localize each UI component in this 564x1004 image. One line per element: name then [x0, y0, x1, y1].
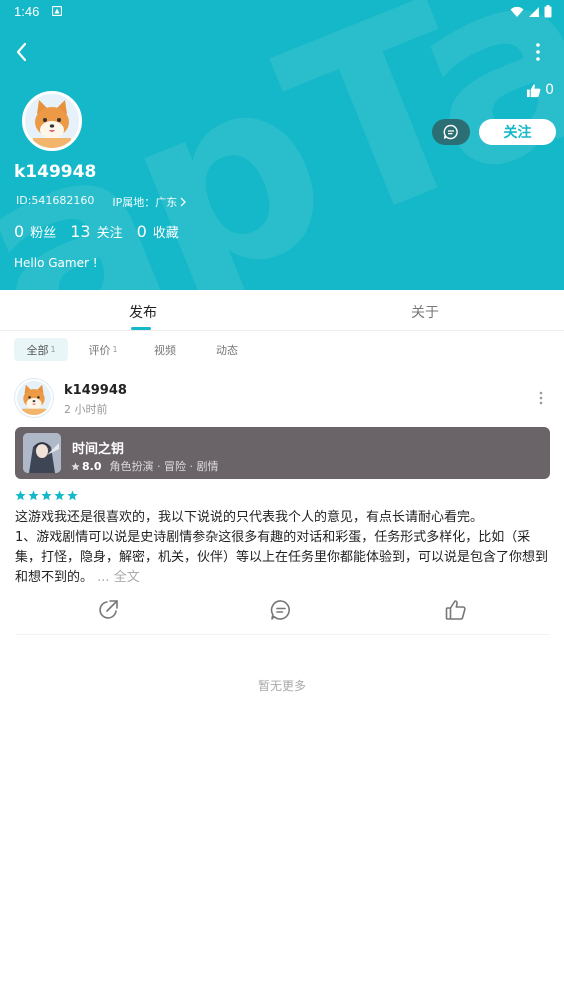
like-icon[interactable]	[444, 598, 468, 622]
post-divider	[15, 634, 550, 635]
stat-followers[interactable]: 0 粉丝	[14, 222, 56, 241]
wifi-icon	[510, 6, 524, 17]
share-icon[interactable]	[96, 598, 120, 622]
notification-icon	[52, 6, 62, 16]
game-score-value: 8.0	[82, 459, 102, 473]
stat-followers-label: 粉丝	[30, 226, 57, 241]
profile-likes[interactable]: 0	[526, 82, 554, 98]
no-more-text: 暂无更多	[257, 679, 306, 693]
post-more-icon[interactable]	[534, 390, 548, 406]
battery-icon	[544, 5, 552, 18]
game-title: 时间之钥	[72, 442, 125, 457]
chip-reviews-count: 1	[112, 345, 118, 354]
profile-meta: ID:541682160 IP属地：广东	[16, 194, 187, 210]
active-tab-indicator	[131, 327, 151, 330]
status-time: 1:46	[14, 4, 40, 19]
post-text-line2-wrapper: 1、游戏剧情可以说是史诗剧情参杂这很多有趣的对话和彩蛋，任务形式多样化，比如（采…	[15, 528, 550, 588]
stat-favorites-count: 0	[136, 222, 147, 241]
stat-following[interactable]: 13 关注	[70, 222, 122, 241]
user-id: ID:541682160	[16, 194, 95, 207]
star-icon	[15, 490, 26, 501]
expand-full-text-link[interactable]: 全文	[114, 570, 140, 585]
comment-icon[interactable]	[269, 598, 293, 622]
profile-header: apTa 1:46 0 关注 k149948 ID:541682160 IP属地…	[0, 0, 564, 290]
stat-following-count: 13	[70, 222, 91, 241]
game-artwork-icon	[23, 433, 61, 473]
post-body[interactable]: 这游戏我还是很喜欢的，我以下说说的只代表我个人的意见，有点长请耐心看完。 1、游…	[15, 508, 550, 588]
post-avatar[interactable]	[15, 379, 53, 417]
game-card[interactable]: 时间之钥 8.0 角色扮演 · 冒险 · 剧情	[15, 427, 550, 479]
tab-publish[interactable]: 发布	[129, 302, 157, 322]
thumbs-up-icon	[527, 83, 541, 97]
star-icon	[71, 461, 80, 470]
chip-reviews-label: 评价	[88, 343, 111, 357]
status-bar: 1:46	[0, 0, 564, 24]
game-tags: 角色扮演 · 冒险 · 剧情	[109, 460, 219, 473]
star-icon	[41, 490, 52, 501]
stat-favorites[interactable]: 0 收藏	[137, 222, 179, 241]
game-meta: 8.0 角色扮演 · 冒险 · 剧情	[71, 458, 218, 474]
star-icon	[28, 490, 39, 501]
status-icons	[510, 5, 552, 18]
signal-icon	[529, 6, 539, 17]
chip-all-count: 1	[50, 345, 56, 354]
chip-moments-label: 动态	[216, 343, 238, 357]
post-username[interactable]: k149948	[64, 383, 127, 398]
chevron-right-icon	[180, 197, 187, 207]
star-icon	[54, 490, 65, 501]
message-button[interactable]	[432, 119, 470, 145]
ip-location[interactable]: IP属地：广东	[112, 194, 187, 210]
chip-videos[interactable]: 视频	[138, 338, 192, 361]
shiba-avatar-icon	[25, 94, 79, 148]
main-tabs: 发布 关于	[0, 290, 564, 331]
rating-stars	[15, 490, 78, 501]
follow-button[interactable]: 关注	[479, 119, 556, 145]
stat-following-label: 关注	[96, 226, 123, 241]
more-options-button[interactable]	[526, 40, 550, 64]
chip-moments[interactable]: 动态	[200, 338, 254, 361]
stat-favorites-label: 收藏	[152, 226, 179, 241]
chip-all-label: 全部	[26, 343, 49, 357]
post-actions	[0, 598, 564, 624]
header-watermark: apTa	[0, 0, 564, 290]
tab-about[interactable]: 关于	[411, 302, 439, 322]
chip-all[interactable]: 全部 1	[14, 338, 68, 361]
post-time: 2 小时前	[64, 403, 108, 416]
chat-bubble-icon	[443, 124, 458, 140]
chip-videos-label: 视频	[154, 343, 176, 357]
profile-like-count: 0	[545, 82, 554, 98]
star-icon	[67, 490, 78, 501]
profile-username: k149948	[14, 162, 97, 182]
filter-chips: 全部 1 评价 1 视频 动态	[14, 338, 254, 361]
profile-bio: Hello Gamer !	[14, 256, 98, 270]
back-button[interactable]	[10, 40, 34, 64]
stat-followers-count: 0	[14, 222, 25, 241]
game-icon	[23, 433, 61, 473]
chip-reviews[interactable]: 评价 1	[76, 338, 130, 361]
profile-avatar[interactable]	[22, 91, 82, 151]
profile-stats: 0 粉丝 13 关注 0 收藏	[14, 222, 179, 241]
ip-location-text: IP属地：广东	[112, 196, 178, 209]
post-text-line1: 这游戏我还是很喜欢的，我以下说说的只代表我个人的意见，有点长请耐心看完。	[15, 510, 484, 525]
shiba-avatar-icon	[17, 381, 51, 415]
post-ellipsis: ...	[93, 570, 114, 585]
game-score: 8.0	[71, 460, 102, 473]
